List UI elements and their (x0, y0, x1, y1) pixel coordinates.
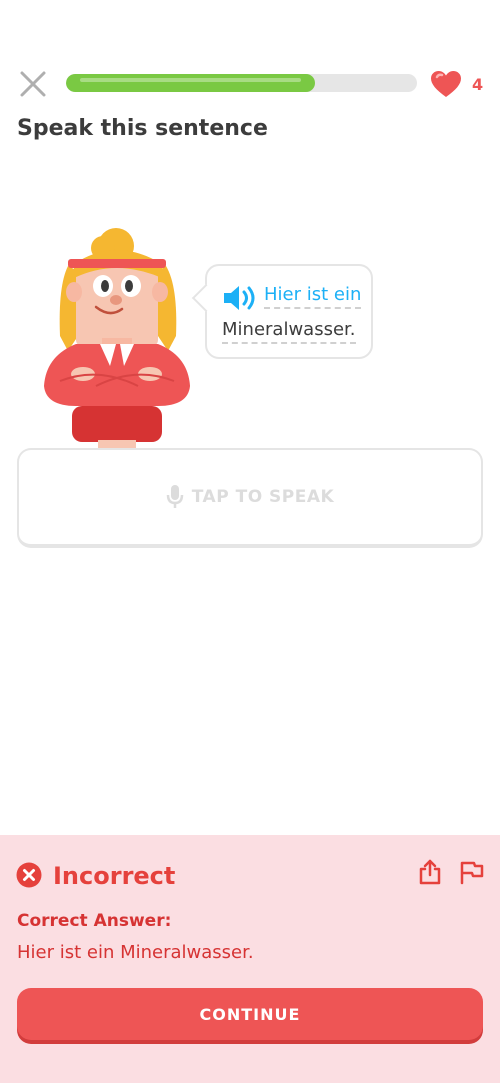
tap-to-speak-button[interactable]: TAP TO SPEAK (17, 448, 483, 548)
progress-fill (66, 74, 316, 92)
hearts-counter[interactable]: 4 (430, 70, 483, 98)
hearts-count: 4 (472, 74, 484, 94)
character-illustration (44, 228, 190, 450)
correct-answer-text: Hier ist ein Mineralwasser. (17, 942, 254, 963)
page-title: Speak this sentence (17, 116, 268, 141)
speech-bubble: Hier ist ein Mineralwasser. (191, 264, 373, 359)
continue-button[interactable]: CONTINUE (17, 988, 483, 1040)
flag-icon[interactable] (458, 859, 484, 885)
tap-to-speak-label: TAP TO SPEAK (191, 487, 335, 507)
speaker-icon[interactable] (222, 284, 258, 312)
incorrect-icon (16, 862, 42, 888)
lesson-progress-bar (66, 74, 417, 92)
close-icon[interactable] (18, 69, 48, 99)
continue-label: CONTINUE (199, 1004, 301, 1024)
heart-icon (431, 71, 461, 97)
correct-answer-label: Correct Answer: (17, 911, 172, 931)
microphone-icon (166, 485, 184, 508)
feedback-status: Incorrect (53, 862, 176, 890)
feedback-panel: Incorrect Correct Answer: Hier ist ein M… (0, 835, 500, 1083)
sentence-line-1[interactable]: Hier ist ein (264, 284, 362, 309)
share-icon[interactable] (417, 859, 443, 885)
sentence-line-2[interactable]: Mineralwasser. (222, 319, 356, 344)
